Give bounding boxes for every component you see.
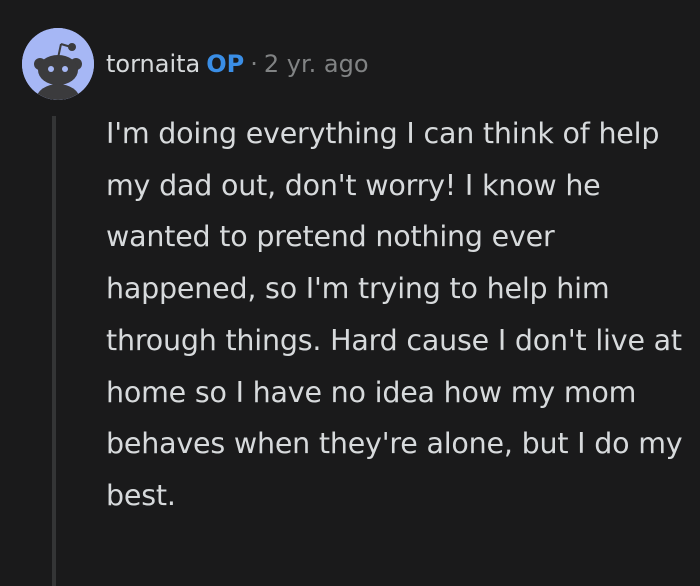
meta-separator: ·	[250, 50, 258, 78]
comment-meta: tornaita OP · 2 yr. ago	[106, 44, 369, 84]
comment: tornaita OP · 2 yr. ago I'm doing everythin…	[0, 0, 700, 586]
comment-body: I'm doing everything I can think of help…	[106, 108, 691, 522]
op-badge: OP	[206, 50, 245, 78]
snoo-avatar-icon	[22, 28, 94, 100]
author-username[interactable]: tornaita	[106, 50, 200, 78]
comment-text: I'm doing everything I can think of help…	[106, 117, 683, 512]
comment-timestamp[interactable]: 2 yr. ago	[264, 50, 369, 78]
thread-collapse-line[interactable]	[52, 116, 56, 586]
user-avatar[interactable]	[22, 28, 94, 100]
